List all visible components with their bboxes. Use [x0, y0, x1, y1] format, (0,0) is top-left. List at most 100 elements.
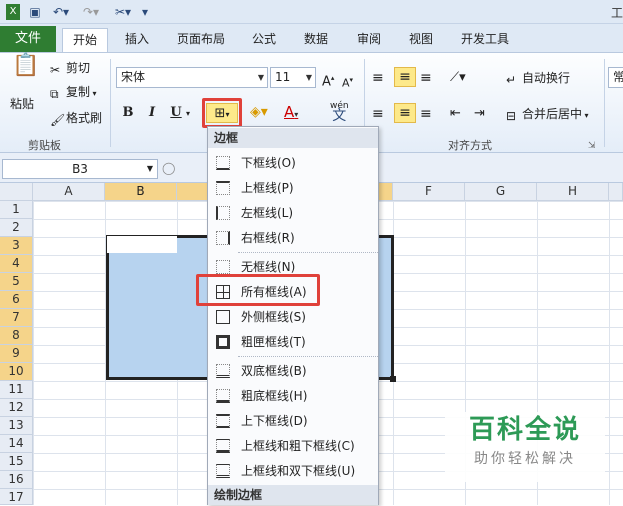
brush-icon: 🖌 [50, 113, 66, 127]
cut-button[interactable]: ✂ 剪切 [50, 59, 90, 77]
top-thick-bottom-border-icon [216, 439, 230, 453]
menu-item-top-border[interactable]: 上框线(P) [208, 176, 378, 200]
chevron-down-icon: ▾ [294, 110, 299, 119]
active-cell[interactable] [107, 236, 177, 253]
align-middle-icon[interactable]: ≡ [394, 67, 416, 87]
row-header[interactable]: 11 [0, 381, 33, 399]
column-header[interactable]: F [393, 183, 465, 201]
row-header[interactable]: 13 [0, 417, 33, 435]
column-header[interactable]: A [33, 183, 105, 201]
shrink-font-icon[interactable]: A▾ [342, 71, 353, 93]
number-format-combo[interactable]: 常 [608, 67, 623, 88]
name-box[interactable]: B3 ▼ [2, 159, 158, 179]
save-icon[interactable]: ▣ [28, 4, 42, 20]
copy-button[interactable]: ⧉ 复制 ▾ [50, 83, 97, 103]
grow-font-icon[interactable]: A▴ [322, 69, 334, 91]
tab-page-layout[interactable]: 页面布局 [168, 28, 234, 52]
menu-item-right-border[interactable]: 右框线(R) [208, 226, 378, 250]
menu-item-outside-borders[interactable]: 外侧框线(S) [208, 305, 378, 329]
font-color-button[interactable]: A▾ [284, 103, 298, 124]
row-header[interactable]: 9 [0, 345, 33, 363]
row-header[interactable]: 5 [0, 273, 33, 291]
watermark-subtitle: 助你轻松解决 [474, 451, 576, 467]
tab-review[interactable]: 审阅 [348, 28, 390, 52]
row-header[interactable]: 4 [0, 255, 33, 273]
row-header[interactable]: 6 [0, 291, 33, 309]
fill-handle[interactable] [390, 376, 396, 382]
row-header[interactable]: 17 [0, 489, 33, 505]
decrease-indent-icon[interactable]: ⇤ [450, 105, 461, 123]
right-border-icon [216, 231, 230, 245]
row-header[interactable]: 16 [0, 471, 33, 489]
menu-item-left-border[interactable]: 左框线(L) [208, 201, 378, 225]
thick-bottom-border-icon [216, 389, 230, 403]
bottom-border-icon [216, 156, 230, 170]
align-right-icon[interactable]: ≡ [420, 105, 432, 123]
row-header[interactable]: 2 [0, 219, 33, 237]
top-bottom-border-icon [216, 414, 230, 428]
menu-item-bottom-border[interactable]: 下框线(O) [208, 151, 378, 175]
phonetic-button[interactable]: wén 文 [330, 101, 349, 123]
top-double-bottom-border-icon [216, 464, 230, 478]
underline-dropdown-icon[interactable]: ▾ [186, 105, 190, 123]
watermark-title: 百科全说 [468, 415, 581, 445]
scissors-icon: ✂ [50, 63, 61, 77]
tab-insert[interactable]: 插入 [116, 28, 158, 52]
menu-item-bottom-double-border[interactable]: 双底框线(B) [208, 359, 378, 383]
tools-icon[interactable]: ✂▾ [112, 4, 134, 20]
tab-formulas[interactable]: 公式 [244, 28, 284, 52]
clipboard-group-label: 剪贴板 [28, 139, 61, 152]
undo-icon[interactable]: ↶▾ [50, 4, 72, 20]
top-border-icon [216, 181, 230, 195]
fill-color-icon[interactable]: ◈▾ [250, 103, 268, 121]
menu-divider [238, 356, 378, 357]
column-header[interactable]: B [105, 183, 177, 201]
tab-view[interactable]: 视图 [400, 28, 442, 52]
paste-icon[interactable]: 📋 [12, 55, 39, 77]
font-size-combo[interactable]: 11 ▼ [270, 67, 316, 88]
row-header[interactable]: 10 [0, 363, 33, 381]
select-all-corner[interactable] [0, 183, 33, 201]
italic-button[interactable]: I [142, 103, 162, 123]
menu-item-top-double-bottom-border[interactable]: 上框线和双下框线(U) [208, 459, 378, 483]
increase-indent-icon[interactable]: ⇥ [474, 105, 485, 123]
outside-borders-icon [216, 310, 230, 324]
row-header[interactable]: 1 [0, 201, 33, 219]
menu-item-thick-box-border[interactable]: 粗匣框线(T) [208, 330, 378, 354]
redo-icon[interactable]: ↷▾ [80, 4, 102, 20]
tab-home[interactable]: 开始 [62, 28, 108, 52]
format-painter-button[interactable]: 🖌格式刷 [50, 109, 102, 127]
chevron-down-icon: ▼ [257, 73, 264, 82]
window-title: 工 [610, 6, 623, 20]
row-header[interactable]: 14 [0, 435, 33, 453]
tab-file[interactable]: 文件 [0, 26, 56, 52]
row-header[interactable]: 12 [0, 399, 33, 417]
row-header[interactable]: 7 [0, 309, 33, 327]
tab-data[interactable]: 数据 [294, 28, 338, 52]
paste-button[interactable]: 粘贴 [10, 95, 34, 113]
align-center-icon[interactable]: ≡ [394, 103, 416, 123]
column-header[interactable]: H [537, 183, 609, 201]
row-header[interactable]: 8 [0, 327, 33, 345]
column-header[interactable]: G [465, 183, 537, 201]
menu-item-top-bottom-border[interactable]: 上下框线(D) [208, 409, 378, 433]
menu-item-thick-bottom-border[interactable]: 粗底框线(H) [208, 384, 378, 408]
merge-center-button[interactable]: ⊟ 合并后居中 ▾ [506, 105, 589, 125]
row-header[interactable]: 3 [0, 237, 33, 255]
row-header[interactable]: 15 [0, 453, 33, 471]
column-header[interactable] [609, 183, 623, 201]
left-border-icon [216, 206, 230, 220]
bold-button[interactable]: B [118, 103, 138, 123]
align-left-icon[interactable]: ≡ [372, 105, 384, 123]
align-bottom-icon[interactable]: ≡ [420, 69, 432, 87]
formula-bar-resize-icon[interactable]: ◯ [162, 159, 175, 177]
menu-section-header: 边框 [208, 128, 378, 148]
customize-qa-icon[interactable]: ▾ [140, 4, 150, 20]
wrap-text-button[interactable]: ↵ 自动换行 [506, 69, 570, 87]
menu-item-top-thick-bottom-border[interactable]: 上框线和粗下框线(C) [208, 434, 378, 458]
align-top-icon[interactable]: ≡ [372, 69, 384, 87]
orientation-icon[interactable]: ⟋▾ [450, 69, 466, 87]
font-name-combo[interactable]: 宋体 ▼ [116, 67, 268, 88]
tab-developer[interactable]: 开发工具 [452, 28, 518, 52]
underline-button[interactable]: U [166, 103, 186, 123]
